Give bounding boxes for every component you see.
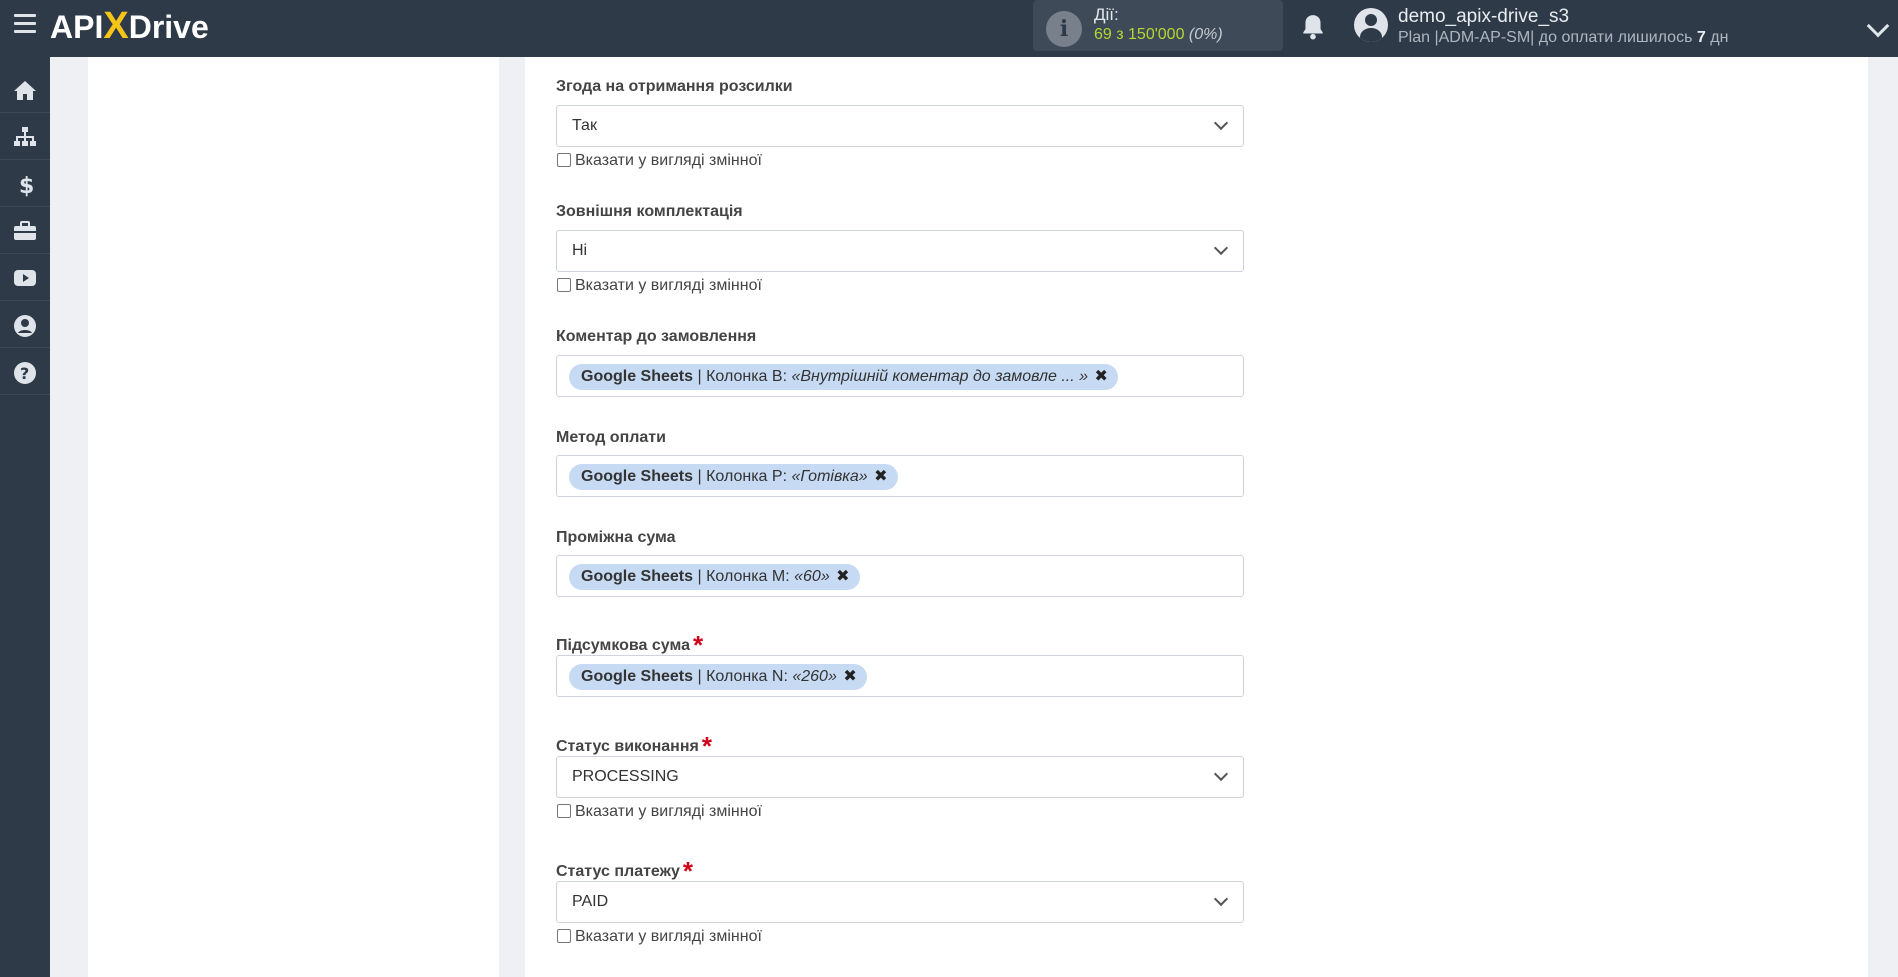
top-bar: APIXDrive i Дії: 69 з 150'000 (0%) demo_… xyxy=(0,0,1898,57)
dollar-icon: $ xyxy=(19,174,34,197)
actions-title: Дії: xyxy=(1094,5,1119,24)
external-packaging-select[interactable]: Ні xyxy=(556,230,1244,272)
svg-text:?: ? xyxy=(20,364,29,383)
source-tag[interactable]: Google Sheets | Колонка M: «60» ✖ xyxy=(569,564,860,590)
total-field[interactable]: Google Sheets | Колонка N: «260» ✖ xyxy=(556,655,1244,697)
field-label-payment-status: Статус платежу * xyxy=(556,856,693,886)
content-panel xyxy=(88,57,1868,977)
chevron-down-icon xyxy=(1213,891,1229,907)
chevron-down-icon xyxy=(1213,115,1229,131)
payment-status-select[interactable]: PAID xyxy=(556,881,1244,923)
select-value: PROCESSING xyxy=(572,768,679,785)
checkbox[interactable] xyxy=(557,278,571,292)
select-value: Так xyxy=(572,117,597,134)
chevron-down-icon xyxy=(1213,766,1229,782)
sidebar: $ ? xyxy=(0,57,50,977)
subtotal-field[interactable]: Google Sheets | Колонка M: «60» ✖ xyxy=(556,555,1244,597)
source-tag[interactable]: Google Sheets | Колонка B: «Внутрішній к… xyxy=(569,364,1118,390)
sidebar-item-help[interactable]: ? xyxy=(0,349,50,395)
field-label-total: Підсумкова сума * xyxy=(556,630,704,660)
field-label-payment-method: Метод оплати xyxy=(556,429,666,446)
briefcase-icon xyxy=(14,221,36,240)
remove-tag-icon[interactable]: ✖ xyxy=(874,468,887,485)
select-value: PAID xyxy=(572,893,609,910)
user-name[interactable]: demo_apix-drive_s3 xyxy=(1398,6,1569,28)
remove-tag-icon[interactable]: ✖ xyxy=(1094,368,1107,385)
field-label-external-packaging: Зовнішня комплектація xyxy=(556,203,743,220)
payment-method-field[interactable]: Google Sheets | Колонка P: «Готівка» ✖ xyxy=(556,455,1244,497)
info-icon: i xyxy=(1046,11,1082,47)
sidebar-item-home[interactable] xyxy=(0,67,50,113)
sidebar-item-connections[interactable] xyxy=(0,114,50,160)
payment-status-variable-checkbox[interactable]: Вказати у вигляді змінної xyxy=(557,928,762,946)
sidebar-item-video[interactable] xyxy=(0,255,50,301)
chevron-down-icon xyxy=(1213,240,1229,256)
actions-count: 69 з 150'000 (0%) xyxy=(1094,26,1223,43)
svg-text:$: $ xyxy=(19,174,34,197)
checkbox[interactable] xyxy=(557,929,571,943)
field-label-order-comment: Коментар до замовлення xyxy=(556,328,757,345)
sidebar-item-billing[interactable]: $ xyxy=(0,161,50,207)
fulfillment-status-select[interactable]: PROCESSING xyxy=(556,756,1244,798)
remove-tag-icon[interactable]: ✖ xyxy=(843,668,856,685)
bell-icon[interactable] xyxy=(1300,13,1326,41)
fulfillment-status-variable-checkbox[interactable]: Вказати у вигляді змінної xyxy=(557,803,762,821)
newsletter-consent-variable-checkbox[interactable]: Вказати у вигляді змінної xyxy=(557,152,762,170)
order-comment-field[interactable]: Google Sheets | Колонка B: «Внутрішній к… xyxy=(556,355,1244,397)
sitemap-icon xyxy=(14,127,36,146)
checkbox[interactable] xyxy=(557,153,571,167)
user-circle-icon xyxy=(14,315,36,337)
logo[interactable]: APIXDrive xyxy=(50,5,209,48)
chevron-down-icon[interactable] xyxy=(1866,14,1890,38)
source-tag[interactable]: Google Sheets | Колонка P: «Готівка» ✖ xyxy=(569,464,898,490)
field-label-newsletter-consent: Згода на отримання розсилки xyxy=(556,78,793,95)
checkbox[interactable] xyxy=(557,804,571,818)
external-packaging-variable-checkbox[interactable]: Вказати у вигляді змінної xyxy=(557,277,762,295)
sidebar-item-briefcase[interactable] xyxy=(0,208,50,254)
field-label-fulfillment-status: Статус виконання * xyxy=(556,731,712,761)
avatar[interactable] xyxy=(1354,8,1388,42)
actions-counter[interactable]: i Дії: 69 з 150'000 (0%) xyxy=(1033,0,1283,51)
field-label-subtotal: Проміжна сума xyxy=(556,529,676,546)
home-icon xyxy=(14,81,36,100)
source-tag[interactable]: Google Sheets | Колонка N: «260» ✖ xyxy=(569,664,867,690)
column-divider xyxy=(499,57,525,977)
newsletter-consent-select[interactable]: Так xyxy=(556,105,1244,147)
remove-tag-icon[interactable]: ✖ xyxy=(836,568,849,585)
help-icon: ? xyxy=(14,362,36,384)
menu-icon[interactable] xyxy=(14,14,36,34)
youtube-icon xyxy=(14,270,36,286)
select-value: Ні xyxy=(572,242,588,259)
sidebar-item-profile[interactable] xyxy=(0,302,50,348)
user-plan: Plan |ADM-AP-SM| до оплати лишилось 7 дн xyxy=(1398,29,1729,46)
